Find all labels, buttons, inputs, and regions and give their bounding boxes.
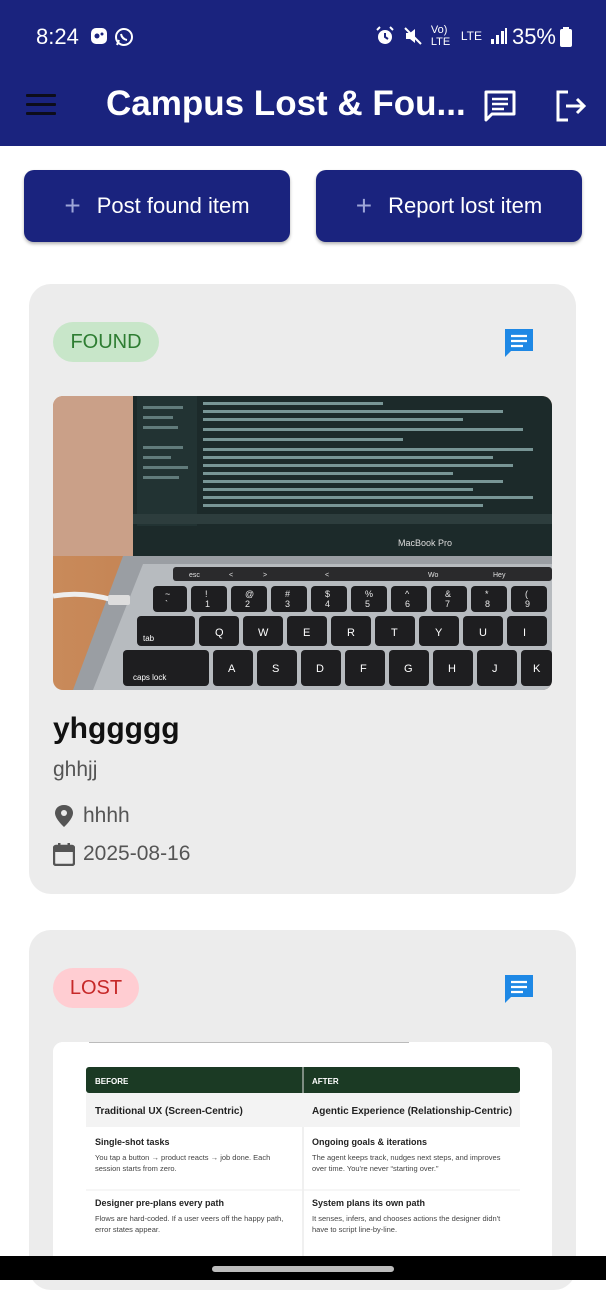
item-date: 2025-08-16	[53, 842, 190, 866]
key-label: >	[263, 572, 267, 579]
key-label: Q	[215, 627, 224, 639]
key-label: <	[229, 572, 233, 579]
key-label: 5	[365, 599, 370, 609]
key-label: 1	[205, 599, 210, 609]
key-label: F	[360, 663, 367, 675]
key-label: &	[445, 589, 451, 599]
item-card[interactable]: FOUND MacBook Pro esc < > < Wo Hey ~ ! @…	[29, 284, 576, 894]
status-badge: FOUND	[53, 322, 159, 362]
lte-label: LTE	[460, 29, 482, 43]
key-label: 7	[445, 599, 450, 609]
key-label: *	[485, 589, 489, 599]
alarm-icon	[376, 26, 394, 44]
date-text: 2025-08-16	[83, 842, 191, 865]
item-photo: BEFORE AFTER Traditional UX (Screen-Cent…	[53, 1042, 552, 1272]
post-found-button[interactable]: + Post found item	[24, 170, 290, 242]
key-label: !	[205, 589, 208, 599]
signal-icon	[491, 28, 507, 44]
location-pin-icon	[55, 805, 73, 827]
system-nav-bar	[0, 1256, 606, 1280]
calendar-icon	[53, 843, 75, 866]
report-lost-button[interactable]: + Report lost item	[316, 170, 582, 242]
chat-icon[interactable]	[482, 88, 518, 124]
home-gesture-handle[interactable]	[212, 1266, 394, 1272]
key-label: <	[325, 572, 329, 579]
battery-icon	[560, 27, 572, 47]
key-label: ~	[165, 589, 170, 599]
key-label: Y	[435, 627, 443, 639]
table-header-after: AFTER	[312, 1077, 339, 1086]
item-card[interactable]: LOST BEFORE AFTER Traditional UX (Screen…	[29, 930, 576, 1290]
table-header-before: BEFORE	[95, 1077, 129, 1086]
row2-after-title: System plans its own path	[312, 1198, 425, 1208]
key-label: R	[347, 627, 355, 639]
key-label: D	[316, 663, 324, 675]
key-label: S	[272, 663, 279, 675]
key-label: 6	[405, 599, 410, 609]
key-label: 9	[525, 599, 530, 609]
message-icon[interactable]	[502, 972, 536, 1006]
key-label: 4	[325, 599, 330, 609]
volte-label: Vo) LTE	[430, 24, 451, 48]
key-label: G	[404, 663, 413, 675]
key-label: Wo	[428, 572, 438, 579]
status-bar: 8:24 Vo) LTE LTE 35%	[0, 0, 606, 76]
key-label: caps lock	[133, 673, 167, 682]
photo-brand: MacBook Pro	[398, 538, 452, 548]
menu-button[interactable]	[26, 94, 56, 118]
key-label: #	[285, 589, 290, 599]
key-label: $	[325, 589, 330, 599]
table-title-before: Traditional UX (Screen-Centric)	[95, 1106, 243, 1117]
row2-after-body: It senses, infers, and chooses actions t…	[312, 1214, 501, 1234]
mute-icon	[404, 27, 422, 45]
clock: 8:24	[36, 24, 79, 49]
key-label: E	[303, 627, 310, 639]
message-icon[interactable]	[502, 326, 536, 360]
key-label: 8	[485, 599, 490, 609]
item-photo: MacBook Pro esc < > < Wo Hey ~ ! @ # $ %…	[53, 396, 552, 690]
key-label: U	[479, 627, 487, 639]
logout-icon[interactable]	[552, 88, 588, 124]
row1-before-body: You tap a button → product reacts → job …	[95, 1153, 271, 1173]
item-location: hhhh	[53, 804, 130, 828]
key-label: 3	[285, 599, 290, 609]
row1-after-title: Ongoing goals & iterations	[312, 1137, 427, 1147]
battery-level: 35%	[511, 24, 556, 49]
key-label: Hey	[493, 572, 506, 579]
key-label: %	[365, 589, 373, 599]
status-badge: LOST	[53, 968, 139, 1008]
key-label: esc	[189, 572, 200, 579]
post-found-label: Post found item	[96, 193, 250, 218]
item-description: ghhjj	[53, 758, 98, 781]
key-label: T	[391, 627, 398, 639]
key-label: J	[492, 663, 498, 675]
action-bar: + Post found item + Report lost item	[24, 170, 582, 242]
key-label: H	[448, 663, 456, 675]
whatsapp-icon	[115, 28, 133, 46]
key-label: tab	[143, 634, 155, 643]
key-label: `	[165, 599, 168, 609]
table-title-after: Agentic Experience (Relationship-Centric…	[312, 1106, 512, 1117]
row1-after-body: The agent keeps track, nudges next steps…	[312, 1153, 501, 1173]
key-label: K	[533, 663, 541, 675]
location-text: hhhh	[83, 804, 130, 827]
row2-before-title: Designer pre-plans every path	[95, 1198, 224, 1208]
row1-before-title: Single-shot tasks	[95, 1137, 170, 1147]
plus-icon: +	[64, 190, 81, 221]
app-notification-icon	[91, 28, 107, 44]
key-label: @	[245, 589, 254, 599]
app-title: Campus Lost & Fou...	[106, 84, 466, 123]
app-bar: Campus Lost & Fou...	[0, 76, 606, 146]
item-title: yhggggg	[53, 712, 180, 745]
key-label: I	[523, 627, 526, 639]
key-label: W	[258, 627, 269, 639]
report-lost-label: Report lost item	[388, 193, 543, 218]
plus-icon: +	[355, 190, 373, 221]
key-label: 2	[245, 599, 250, 609]
row2-before-body: Flows are hard-coded. If a user veers of…	[95, 1214, 284, 1234]
key-label: A	[228, 663, 236, 675]
key-label: (	[525, 589, 528, 599]
